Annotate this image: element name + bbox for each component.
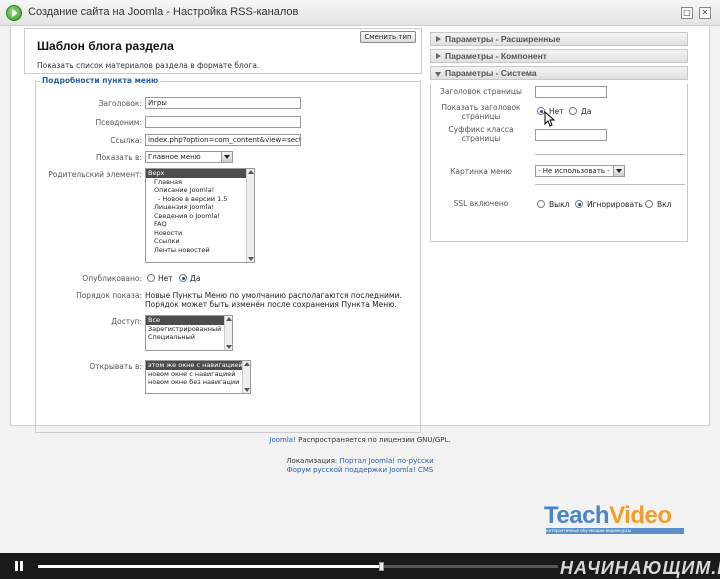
suffix-label-2: страницы xyxy=(461,134,501,143)
localization-line: Локализация: Портал Joomla! по-русски xyxy=(0,457,720,465)
access-item[interactable]: Специальный xyxy=(146,333,232,342)
open-in-scrollbar[interactable] xyxy=(242,361,250,393)
published-no-text: Нет xyxy=(158,274,173,283)
menu-image-select[interactable]: - Не использовать - xyxy=(535,165,625,177)
localization-link[interactable]: Портал Joomla! по-русски xyxy=(340,457,434,465)
show-in-value: Главное меню xyxy=(148,153,201,161)
title-input[interactable]: Игры xyxy=(145,97,301,109)
params-system-body: Заголовок страницы Показать заголовок ст… xyxy=(430,84,688,242)
details-legend: Подробности пункта меню xyxy=(40,76,161,85)
suffix-label-1: Суффикс класса xyxy=(448,125,514,134)
params-advanced-toggle[interactable]: Параметры - Расширенные xyxy=(430,32,688,46)
localization-label: Локализация: xyxy=(286,457,340,465)
license-text: Распространяется по лицензии GNU/GPL. xyxy=(295,436,451,444)
layout-header: Шаблон блога раздела Показать список мат… xyxy=(24,28,422,74)
teachvideo-tagline: интерактивные обучающие видеокурсы xyxy=(546,528,684,534)
page-class-suffix-input[interactable] xyxy=(535,129,607,141)
open-in-label: Открывать в: xyxy=(89,362,142,371)
ssl-label: SSL включено xyxy=(453,199,509,208)
site-watermark: НАЧИНАЮЩИМ.РФ xyxy=(560,558,720,578)
open-in-item[interactable]: новом окне с навигацией xyxy=(146,370,250,379)
seek-track[interactable] xyxy=(38,562,558,571)
show-title-yes-text: Да xyxy=(581,107,592,116)
video-player-bar: НАЧИНАЮЩИМ.РФ xyxy=(0,553,720,579)
params-system-toggle[interactable]: Параметры - Система xyxy=(430,66,688,80)
divider xyxy=(535,154,685,155)
access-listbox[interactable]: Все Зарегистрированный Специальный xyxy=(145,315,233,351)
access-label: Доступ: xyxy=(111,317,142,326)
parent-item[interactable]: Лицензия Joomla! xyxy=(146,203,254,212)
open-in-item[interactable]: этом же окне с навигацией xyxy=(146,361,250,370)
menu-item-form: Шаблон блога раздела Показать список мат… xyxy=(24,28,422,433)
parent-item[interactable]: Верх xyxy=(146,169,254,178)
page-title-input[interactable] xyxy=(535,86,607,98)
page-title-label: Заголовок страницы xyxy=(440,87,522,96)
title-label: Заголовок: xyxy=(98,99,142,108)
menu-item-details: Подробности пункта меню Заголовок: Игры … xyxy=(35,76,421,433)
show-title-yes-radio[interactable] xyxy=(569,107,577,115)
access-scrollbar[interactable] xyxy=(224,316,232,350)
ssl-off-text: Выкл xyxy=(549,200,570,209)
mouse-cursor-icon xyxy=(544,111,556,127)
layout-description: Показать список материалов раздела в фор… xyxy=(37,61,260,70)
parent-item[interactable]: - Новое в версии 1.5 xyxy=(146,195,254,204)
app-play-icon xyxy=(6,5,22,21)
pause-icon[interactable] xyxy=(14,561,24,571)
parent-item[interactable]: FAQ xyxy=(146,220,254,229)
published-yes-radio[interactable] xyxy=(179,274,187,282)
menu-image-value: - Не использовать - xyxy=(538,167,610,175)
published-label: Опубликовано: xyxy=(82,274,142,283)
forum-line: Форум русской поддержки Joomla! CMS xyxy=(0,466,720,474)
license-line: Joomla! Распространяется по лицензии GNU… xyxy=(0,436,720,444)
parent-label: Родительский элемент: xyxy=(48,170,142,179)
order-text: Новые Пункты Меню по умолчанию располага… xyxy=(145,291,402,309)
ssl-ignore-radio[interactable] xyxy=(575,200,583,208)
published-no-radio[interactable] xyxy=(147,274,155,282)
chevron-down-icon[interactable] xyxy=(221,152,232,162)
alias-input[interactable] xyxy=(145,116,301,128)
parent-item[interactable]: Ссылки xyxy=(146,237,254,246)
parent-item[interactable]: Новости xyxy=(146,229,254,238)
menu-image-label: Картинка меню xyxy=(450,167,512,176)
parent-item[interactable]: Описание Joomla! xyxy=(146,186,254,195)
parent-item[interactable]: Сведения о Joomla! xyxy=(146,212,254,221)
show-in-label: Показать в: xyxy=(95,153,142,162)
parent-listbox[interactable]: Верх Главная Описание Joomla! - Новое в … xyxy=(145,168,255,263)
published-yes-text: Да xyxy=(190,274,201,283)
parent-item[interactable]: Главная xyxy=(146,178,254,187)
link-input[interactable]: index.php?option=com_content&view=sectio… xyxy=(145,134,301,146)
alias-label: Псевдоним: xyxy=(95,118,142,127)
teachvideo-logo: TeachVideo xyxy=(544,502,672,529)
show-page-title-label-2: страницы xyxy=(461,112,501,121)
seek-thumb[interactable] xyxy=(379,562,385,571)
access-item[interactable]: Зарегистрированный xyxy=(146,325,232,334)
change-type-button[interactable]: Сменить тип xyxy=(360,31,416,43)
window-titlebar: Создание сайта на Joomla - Настройка RSS… xyxy=(0,0,720,26)
seek-progress xyxy=(38,565,382,568)
close-button[interactable]: ✕ xyxy=(699,7,711,19)
order-label: Порядок показа: xyxy=(76,291,142,300)
forum-link[interactable]: Форум русской поддержки Joomla! CMS xyxy=(287,466,434,474)
open-in-listbox[interactable]: этом же окне с навигацией новом окне с н… xyxy=(145,360,251,394)
parent-scrollbar[interactable] xyxy=(246,169,254,262)
params-component-toggle[interactable]: Параметры - Компонент xyxy=(430,49,688,63)
ssl-on-radio[interactable] xyxy=(645,200,653,208)
show-in-select[interactable]: Главное меню xyxy=(145,151,233,163)
ssl-ignore-text: Игнорировать xyxy=(587,200,643,209)
ssl-on-text: Вкл xyxy=(657,200,672,209)
layout-title: Шаблон блога раздела xyxy=(37,39,174,53)
joomla-link[interactable]: Joomla! xyxy=(269,436,296,444)
divider xyxy=(535,184,685,185)
ssl-off-radio[interactable] xyxy=(537,200,545,208)
parameters-panel: Параметры - Расширенные Параметры - Комп… xyxy=(430,28,688,242)
link-label: Ссылка: xyxy=(110,136,142,145)
parent-item[interactable]: Ленты новостей xyxy=(146,246,254,255)
open-in-item[interactable]: новом окне без навигации xyxy=(146,378,250,387)
chevron-down-icon[interactable] xyxy=(613,166,624,176)
window-title: Создание сайта на Joomla - Настройка RSS… xyxy=(28,6,299,18)
show-page-title-label-1: Показать заголовок xyxy=(441,103,521,112)
maximize-button[interactable]: □ xyxy=(681,7,693,19)
access-item[interactable]: Все xyxy=(146,316,232,325)
